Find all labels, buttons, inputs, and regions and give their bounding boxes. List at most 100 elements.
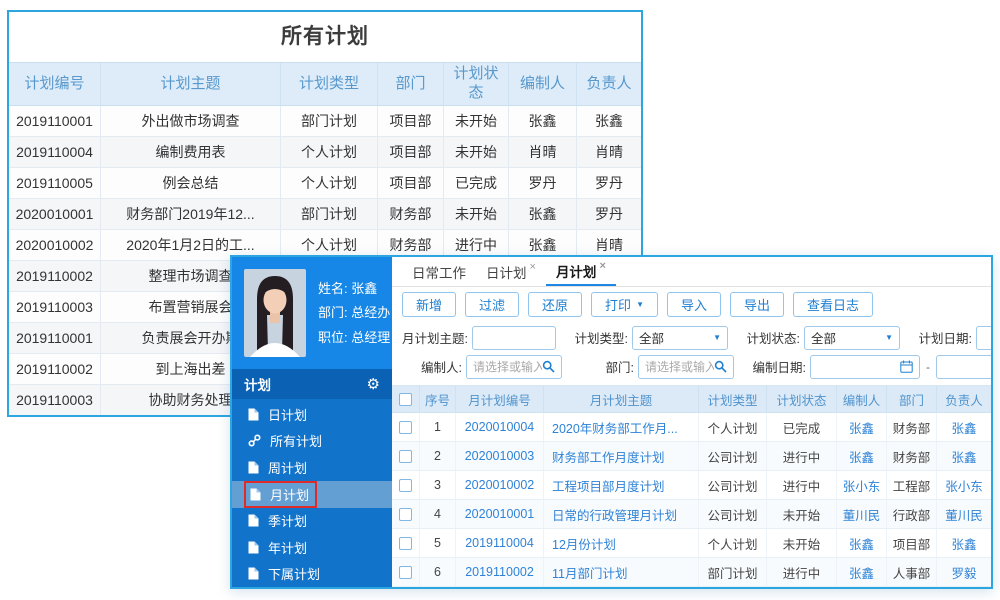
table-cell-link[interactable]: 董川民 xyxy=(837,500,887,528)
file-icon xyxy=(248,541,259,554)
sidebar-item-所有计划[interactable]: 所有计划 xyxy=(232,428,392,455)
table-cell: 罗丹 xyxy=(595,206,623,222)
date-input-end[interactable] xyxy=(936,354,991,379)
filter-label: 编制人: xyxy=(421,361,462,375)
打印-button[interactable]: 打印 ▼ xyxy=(591,291,658,317)
table-cell-link[interactable]: 张鑫 xyxy=(837,558,887,586)
sidebar-item-月计划[interactable]: 月计划 xyxy=(232,480,392,508)
table-cell: 2019110001 xyxy=(9,323,101,353)
gear-icon[interactable]: ⚙ xyxy=(367,375,380,393)
column-header: 编制人 xyxy=(509,63,577,105)
sidebar-item-下属计划[interactable]: 下属计划 xyxy=(232,561,392,588)
table-cell-link[interactable]: 2020010003 xyxy=(456,442,544,470)
filter-group: 部门: xyxy=(574,354,734,379)
table-cell-link[interactable]: 罗毅 xyxy=(937,558,991,586)
search-input[interactable] xyxy=(473,359,542,374)
row-checkbox[interactable] xyxy=(399,536,412,550)
tab-日常工作[interactable]: 日常工作 xyxy=(402,257,476,286)
filter-search[interactable] xyxy=(638,354,734,379)
filter-search[interactable] xyxy=(466,354,562,379)
查看日志-button[interactable]: 查看日志 xyxy=(793,291,874,317)
row-checkbox[interactable] xyxy=(399,449,412,463)
file-icon xyxy=(248,567,259,580)
profile-name: 姓名: 张鑫 xyxy=(318,280,378,296)
过滤-button[interactable]: 过滤 xyxy=(465,291,520,317)
sidebar-item-content: 所有计划 xyxy=(244,429,326,452)
sidebar-item-周计划[interactable]: 周计划 xyxy=(232,454,392,481)
filter-label: 编制日期: xyxy=(752,361,806,375)
table-cell-link[interactable]: 12月份计划 xyxy=(544,529,699,557)
monthly-plan-window: 姓名: 张鑫 部门: 总经办 职位: 总经理 计划 ⚙ 日计划 所有计划 周计划 月计… xyxy=(230,255,993,589)
user-profile: 姓名: 张鑫 部门: 总经办 职位: 总经理 xyxy=(232,257,392,369)
table-cell-link[interactable]: 11月部门计划 xyxy=(544,558,699,586)
table-cell-link[interactable]: 2019110002 xyxy=(456,558,544,586)
column-header: 月计划主题 xyxy=(544,386,699,412)
table-cell-link[interactable]: 张鑫 xyxy=(837,442,887,470)
row-checkbox[interactable] xyxy=(399,478,412,492)
导入-button[interactable]: 导入 xyxy=(666,291,721,317)
row-checkbox[interactable] xyxy=(399,565,412,579)
close-icon[interactable]: × xyxy=(599,260,605,272)
table-cell-link[interactable]: 张小东 xyxy=(937,471,991,499)
checkbox-cell xyxy=(392,529,420,557)
filter-input[interactable] xyxy=(472,325,556,350)
导出-button[interactable]: 导出 xyxy=(730,291,785,317)
table-cell: 张鑫 xyxy=(509,199,577,229)
filter-select[interactable]: 全部 ▼ xyxy=(632,325,728,350)
filter-select[interactable]: 全部 ▼ xyxy=(804,325,900,350)
table-cell-link[interactable]: 张鑫 xyxy=(937,442,991,470)
profile-department: 部门: 总经办 xyxy=(318,305,391,321)
filter-label: 部门: xyxy=(605,361,634,375)
filter-input[interactable] xyxy=(976,325,991,350)
filter-input-field[interactable] xyxy=(479,330,549,345)
filter-row: 月计划主题: 计划类型: 全部 ▼ 计划状态: 全部 ▼ 计划日期: xyxy=(392,323,991,352)
sidebar-item-年计划[interactable]: 年计划 xyxy=(232,534,392,561)
sidebar-item-季计划[interactable]: 季计划 xyxy=(232,508,392,535)
table-cell: 2019110003 xyxy=(9,292,101,322)
table-cell-link[interactable]: 日常的行政管理月计划 xyxy=(544,500,699,528)
close-icon[interactable]: × xyxy=(530,261,536,273)
table-cell: 进行中 xyxy=(767,558,837,586)
table-cell-link[interactable]: 工程项目部月度计划 xyxy=(544,471,699,499)
select-all-checkbox[interactable] xyxy=(399,392,412,406)
table-cell-link[interactable]: 张鑫 xyxy=(937,529,991,557)
tab-日计划[interactable]: 日计划 × xyxy=(476,257,546,286)
table-cell-link[interactable]: 2020年财务部工作月... xyxy=(544,413,699,441)
sidebar: 姓名: 张鑫 部门: 总经办 职位: 总经理 计划 ⚙ 日计划 所有计划 周计划 月计… xyxy=(232,257,392,587)
table-cell-link[interactable]: 张鑫 xyxy=(837,529,887,557)
tab-月计划[interactable]: 月计划 × xyxy=(545,257,616,286)
sidebar-item-日计划[interactable]: 日计划 xyxy=(232,401,392,428)
table-cell: 部门计划 xyxy=(281,106,378,136)
filter-input-field[interactable] xyxy=(983,330,991,345)
table-cell-link[interactable]: 张小东 xyxy=(837,471,887,499)
search-input[interactable] xyxy=(645,359,714,374)
table-cell-link[interactable]: 2020010004 xyxy=(456,413,544,441)
table-cell: 肖晴 xyxy=(595,144,623,160)
date-field[interactable] xyxy=(817,359,900,374)
row-checkbox[interactable] xyxy=(399,420,412,434)
row-checkbox[interactable] xyxy=(399,507,412,521)
sidebar-item-label: 下属计划 xyxy=(268,567,321,583)
table-cell-link[interactable]: 张鑫 xyxy=(837,413,887,441)
checkbox-cell xyxy=(392,500,420,528)
date-field[interactable] xyxy=(943,359,991,374)
新增-button[interactable]: 新增 xyxy=(402,291,457,317)
filter-label: 月计划主题: xyxy=(402,332,468,346)
sidebar-menu: 日计划 所有计划 周计划 月计划 季计划 年计划下属计划 xyxy=(232,399,392,587)
date-input-start[interactable] xyxy=(810,354,920,379)
table-cell-link[interactable]: 2020010002 xyxy=(456,471,544,499)
sidebar-item-content: 下属计划 xyxy=(244,562,324,585)
desktop: 所有计划 计划编号 计划主题 计划类型 部门 计划状态 编制人 负责人 2019110001… xyxy=(0,0,1000,600)
table-cell-link[interactable]: 2020010001 xyxy=(456,500,544,528)
table-cell-link[interactable]: 财务部工作月度计划 xyxy=(544,442,699,470)
caret-down-icon: ▼ xyxy=(636,299,644,309)
table-cell-link[interactable]: 2019110004 xyxy=(456,529,544,557)
column-header: 计划状态 xyxy=(767,386,837,412)
table-cell: 未开始 xyxy=(767,500,837,528)
column-header: 计划类型 xyxy=(699,386,767,412)
table-cell: 例会总结 xyxy=(101,168,281,198)
table-cell: 项目部 xyxy=(378,106,444,136)
还原-button[interactable]: 还原 xyxy=(528,291,583,317)
table-cell-link[interactable]: 张鑫 xyxy=(937,413,991,441)
table-cell-link[interactable]: 董川民 xyxy=(937,500,991,528)
